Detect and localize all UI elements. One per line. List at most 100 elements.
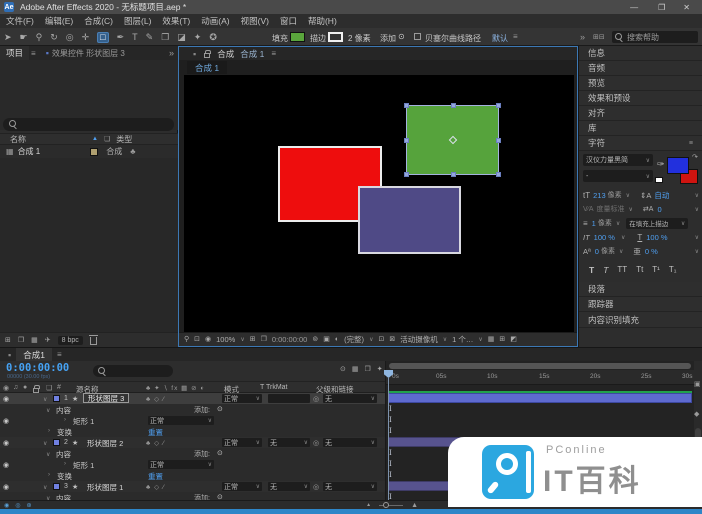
project-item-name[interactable]: 合成 1 xyxy=(18,146,41,157)
channel-icon[interactable]: ◉ xyxy=(205,336,211,343)
roi-icon[interactable]: ⊡ xyxy=(378,336,384,343)
expander-icon[interactable]: › xyxy=(64,417,66,423)
default-colors-swatch[interactable] xyxy=(655,177,663,183)
menu-help[interactable]: 帮助(H) xyxy=(308,15,337,27)
workspace-label[interactable]: 默认 xyxy=(492,33,508,44)
font-family-dropdown[interactable]: 汉仪力量黑简 ∨ xyxy=(583,154,653,166)
maximize-button[interactable]: ❐ xyxy=(658,3,665,12)
viewer-tab[interactable]: 合成 1 xyxy=(187,61,227,74)
comp-marker-icon[interactable]: ▣ xyxy=(694,380,701,388)
expander-icon[interactable]: › xyxy=(48,472,50,478)
transform-row[interactable]: › 变换 重置 xyxy=(0,426,385,437)
bezier-checkbox[interactable] xyxy=(414,33,421,40)
lock-icon[interactable] xyxy=(204,53,210,58)
motion-blur-icon[interactable]: ✦ xyxy=(377,366,383,373)
menu-edit[interactable]: 编辑(E) xyxy=(45,15,73,27)
panel-menu-icon[interactable]: ≡ xyxy=(57,350,62,359)
layer-switches[interactable]: ♣ ◇ ∕ xyxy=(146,483,165,491)
rectangle-row[interactable]: ◉ › 矩形 1 正常 ∨ xyxy=(0,459,385,470)
blend-mode-dropdown[interactable]: 正常 ∨ xyxy=(222,438,262,447)
leading-value[interactable]: 自动 xyxy=(654,190,669,201)
selection-handle[interactable] xyxy=(451,172,456,177)
eye-icon[interactable]: ◉ xyxy=(3,395,9,403)
pickwhip-icon[interactable]: ◎ xyxy=(313,483,319,491)
minimize-button[interactable]: — xyxy=(630,3,638,12)
new-folder-icon[interactable]: ❐ xyxy=(18,337,24,344)
menu-window[interactable]: 窗口 xyxy=(280,15,297,27)
switches-column-icons[interactable]: ♣ ✦ ∖ fx ▦ ⊘ ◐ xyxy=(146,384,205,392)
grid-guides-icon[interactable]: ⊞ xyxy=(250,336,256,343)
panel-menu-icon[interactable]: ≡ xyxy=(689,140,693,147)
timeline-zoom-slider[interactable] xyxy=(379,505,403,506)
trash-icon[interactable] xyxy=(90,337,97,345)
panel-preview[interactable]: 预览 xyxy=(579,76,702,91)
magnification-value[interactable]: 100% xyxy=(216,335,235,344)
panel-info[interactable]: 信息 xyxy=(579,46,702,61)
time-ruler[interactable]: 0s 05s 10s 15s 20s 25s 30s xyxy=(386,370,695,385)
tab-overflow-icon[interactable]: » xyxy=(169,48,174,58)
selection-handle[interactable] xyxy=(404,103,409,108)
current-timecode[interactable]: 0:00:00:00 xyxy=(6,362,69,374)
column-name[interactable]: 名称 xyxy=(10,134,26,145)
pickwhip-icon[interactable]: ◎ xyxy=(313,439,319,447)
pixel-aspect-icon[interactable]: ▦ xyxy=(488,336,495,343)
viewer-timecode[interactable]: 0:00:00:00 xyxy=(272,335,307,344)
new-composition-icon[interactable]: ⊞ xyxy=(5,337,11,344)
fill-color-swatch[interactable] xyxy=(290,32,305,42)
faux-italic-button[interactable]: T xyxy=(603,265,608,275)
anchor-point[interactable] xyxy=(449,136,457,144)
horizontal-scale-value[interactable]: 100 % xyxy=(646,233,667,242)
trkmat-empty-box[interactable] xyxy=(268,394,310,403)
menu-layer[interactable]: 图层(L) xyxy=(124,15,151,27)
primary-viewer-icon[interactable]: ⊡ xyxy=(194,336,200,343)
time-navigator-bar[interactable] xyxy=(389,363,691,369)
layer-switches[interactable]: ♣ ◇ ∕ xyxy=(146,395,165,403)
rectangle-row[interactable]: ◉ › 矩形 1 正常 ∨ xyxy=(0,415,385,426)
expander-icon[interactable]: ∨ xyxy=(46,451,50,458)
column-type[interactable]: 类型 xyxy=(116,134,132,145)
add-options-icon[interactable]: ⊙ xyxy=(398,32,405,41)
subscript-button[interactable]: T₁ xyxy=(669,265,677,274)
show-snapshot-icon[interactable]: ▣ xyxy=(323,336,330,343)
chevron-down-icon[interactable]: ∨ xyxy=(629,206,633,213)
selection-handle[interactable] xyxy=(451,103,456,108)
tsume-value[interactable]: 0 % xyxy=(645,247,658,256)
menu-file[interactable]: 文件(F) xyxy=(6,15,34,27)
add-shape-icon[interactable]: ⊙ xyxy=(217,449,223,457)
text-fill-color-swatch[interactable] xyxy=(667,157,689,174)
type-tool[interactable]: T xyxy=(132,33,138,42)
selection-handle[interactable] xyxy=(496,103,501,108)
menu-composition[interactable]: 合成(C) xyxy=(84,15,113,27)
layer-name[interactable]: 形状图层 3 xyxy=(83,393,129,403)
expander-icon[interactable]: › xyxy=(48,428,50,434)
layer-marker-icon[interactable]: ◆ xyxy=(694,410,699,418)
roto-brush-tool[interactable]: ✦ xyxy=(194,33,202,42)
kerning-value[interactable]: 度量标准 xyxy=(597,204,625,214)
expander-icon[interactable]: ∨ xyxy=(43,440,47,447)
playhead-line[interactable] xyxy=(388,377,389,500)
timeline-search-box[interactable] xyxy=(93,365,173,377)
selection-handle[interactable] xyxy=(404,138,409,143)
rotation-tool[interactable]: ↻ xyxy=(50,33,58,42)
panel-menu-icon[interactable]: ≡ xyxy=(271,49,276,58)
blend-mode-dropdown[interactable]: 正常 ∨ xyxy=(222,482,262,491)
panel-align[interactable]: 对齐 xyxy=(579,106,702,121)
pen-tool[interactable]: ✒ xyxy=(117,33,125,42)
layer-color-chip[interactable] xyxy=(53,395,60,402)
trkmat-dropdown[interactable]: 无 ∨ xyxy=(268,438,310,447)
chevron-down-icon[interactable]: ∨ xyxy=(695,234,699,241)
stroke-color-swatch[interactable] xyxy=(328,32,343,42)
chevron-down-icon[interactable]: ∨ xyxy=(619,248,623,255)
project-search-box[interactable] xyxy=(3,118,174,131)
layer-color-chip[interactable] xyxy=(53,483,60,490)
panel-content-aware-fill[interactable]: 内容识别填充 xyxy=(579,312,702,328)
tracking-value[interactable]: 0 xyxy=(657,205,661,214)
solo-column-icon[interactable]: ● xyxy=(23,384,27,391)
menu-effect[interactable]: 效果(T) xyxy=(162,15,190,27)
toolbar-overflow-icon[interactable]: » xyxy=(580,32,585,42)
selection-handle[interactable] xyxy=(404,172,409,177)
chevron-down-icon[interactable]: ∨ xyxy=(626,192,630,199)
active-camera-value[interactable]: 活动摄像机 xyxy=(400,334,438,345)
interpret-footage-icon[interactable]: ▦ xyxy=(31,337,38,344)
font-size-value[interactable]: 213 xyxy=(593,191,606,200)
